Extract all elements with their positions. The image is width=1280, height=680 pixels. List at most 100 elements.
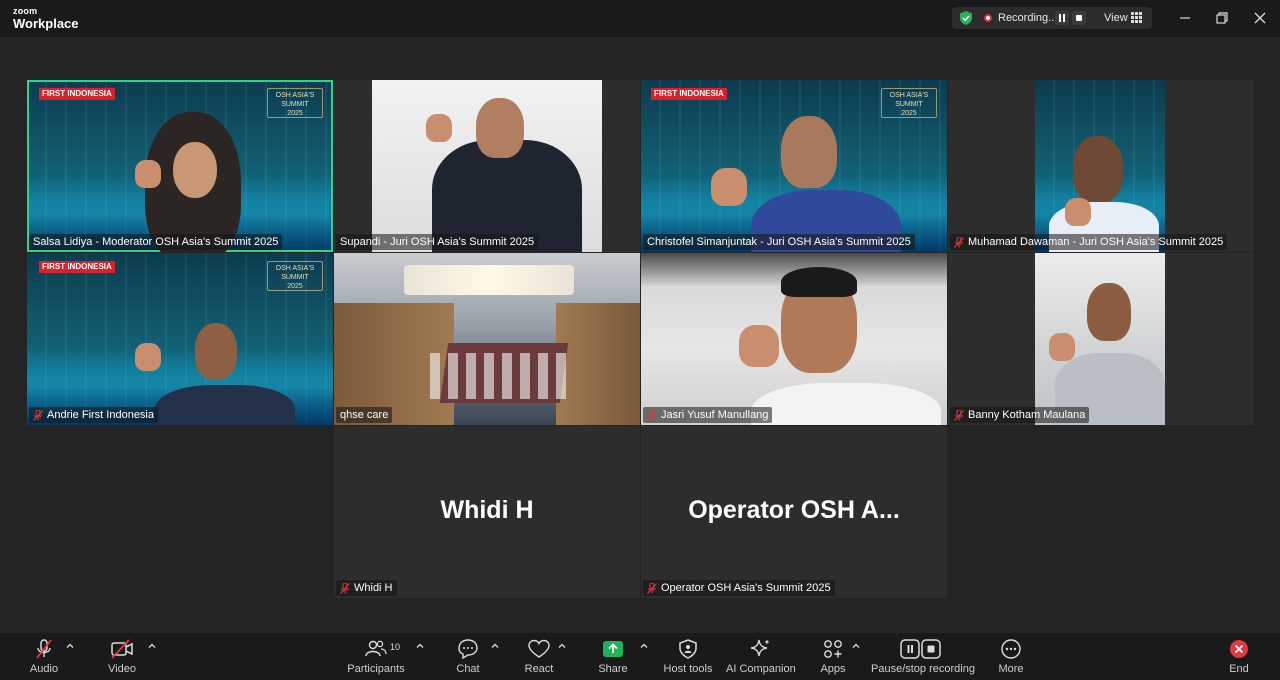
participant-name: Muhamad Dawaman - Juri OSH Asia's Summit… bbox=[968, 236, 1224, 248]
participant-name-label: Supandi - Juri OSH Asia's Summit 2025 bbox=[336, 234, 539, 250]
first-indonesia-logo: FIRST INDONESIA bbox=[39, 88, 115, 100]
participant-name: Christofel Simanjuntak - Juri OSH Asia's… bbox=[647, 236, 911, 248]
raised-fist bbox=[739, 325, 779, 367]
video-tile-banny[interactable]: Banny Kotham Maulana bbox=[948, 253, 1254, 425]
more-label: More bbox=[998, 663, 1024, 675]
raised-fist bbox=[135, 160, 161, 188]
pause-stop-recording-label: Pause/stop recording bbox=[871, 663, 975, 675]
participant-name-label: Jasri Yusuf Manullang bbox=[643, 407, 773, 423]
zoom-meeting-window: zoom Workplace Recording... View FIRST I… bbox=[0, 0, 1280, 680]
share-button[interactable]: Share bbox=[596, 638, 630, 675]
host-tools-button[interactable]: Host tools bbox=[663, 638, 713, 675]
video-button[interactable]: Video bbox=[104, 638, 140, 675]
video-tile-jasri[interactable]: Jasri Yusuf Manullang bbox=[641, 253, 947, 425]
video-tile-muhamad[interactable]: Muhamad Dawaman - Juri OSH Asia's Summit… bbox=[948, 80, 1254, 252]
summit-line2: SUMMIT bbox=[281, 274, 309, 281]
security-shield-icon[interactable] bbox=[958, 10, 974, 26]
participant-name: Supandi - Juri OSH Asia's Summit 2025 bbox=[340, 236, 535, 248]
muted-mic-icon bbox=[954, 236, 964, 248]
react-options-chevron-icon[interactable] bbox=[557, 641, 567, 651]
pause-recording-icon[interactable] bbox=[1055, 11, 1069, 25]
summit-line3: 2025 bbox=[901, 110, 917, 117]
participant-name-label: Salsa Lidiya - Moderator OSH Asia's Summ… bbox=[29, 234, 283, 250]
participant-name: Andrie First Indonesia bbox=[47, 409, 154, 421]
minimize-icon[interactable] bbox=[1176, 9, 1194, 27]
stop-recording-icon[interactable] bbox=[1072, 11, 1086, 25]
chat-icon bbox=[458, 639, 478, 660]
audio-label: Audio bbox=[29, 663, 59, 675]
participant-name-label: Operator OSH Asia's Summit 2025 bbox=[643, 580, 835, 596]
pause-stop-recording-button[interactable]: Pause/stop recording bbox=[871, 638, 975, 675]
summit-line1: OSH ASIA'S bbox=[275, 92, 315, 99]
participant-name: Jasri Yusuf Manullang bbox=[661, 409, 769, 421]
sparkle-icon bbox=[750, 639, 770, 657]
recording-status: Recording... bbox=[998, 12, 1058, 24]
meeting-toolbar: Audio Video Participants 10 Chat React S… bbox=[0, 633, 1280, 680]
video-tile-salsa[interactable]: FIRST INDONESIA OSH ASIA'S SUMMIT 2025 S… bbox=[27, 80, 333, 252]
participant-name: Whidi H bbox=[354, 582, 393, 594]
participants-icon bbox=[365, 640, 387, 657]
audio-button[interactable]: Audio bbox=[28, 638, 60, 675]
react-button[interactable]: React bbox=[523, 638, 555, 675]
participant-name-label: Whidi H bbox=[336, 580, 397, 596]
chat-button[interactable]: Chat bbox=[453, 638, 483, 675]
participant-body bbox=[751, 383, 941, 425]
video-tile-christofel[interactable]: FIRST INDONESIA OSH ASIA'S SUMMIT 2025 C… bbox=[641, 80, 947, 252]
summit-line2: SUMMIT bbox=[895, 101, 923, 108]
participant-face bbox=[195, 323, 237, 379]
muted-mic-icon bbox=[647, 409, 657, 421]
apps-icon bbox=[824, 640, 842, 658]
more-icon bbox=[1001, 639, 1021, 659]
brand-workplace: Workplace bbox=[13, 16, 79, 31]
osh-summit-logo: OSH ASIA'S SUMMIT 2025 bbox=[267, 261, 323, 291]
participant-face bbox=[173, 142, 217, 198]
grid-view-icon[interactable] bbox=[1131, 12, 1142, 23]
raised-fist bbox=[1065, 198, 1091, 226]
summit-line2: SUMMIT bbox=[281, 101, 309, 108]
share-screen-icon bbox=[603, 641, 623, 657]
chat-label: Chat bbox=[456, 663, 480, 675]
video-tile-andrie[interactable]: FIRST INDONESIA OSH ASIA'S SUMMIT 2025 A… bbox=[27, 253, 333, 425]
participant-name-label: Banny Kotham Maulana bbox=[950, 407, 1090, 423]
participant-video bbox=[1035, 80, 1165, 252]
participant-body bbox=[155, 385, 295, 425]
end-call-icon bbox=[1230, 640, 1248, 658]
participant-name: Salsa Lidiya - Moderator OSH Asia's Summ… bbox=[33, 236, 279, 248]
participant-name: qhse care bbox=[340, 409, 389, 421]
apps-options-chevron-icon[interactable] bbox=[851, 641, 861, 651]
chat-options-chevron-icon[interactable] bbox=[490, 641, 500, 651]
end-label: End bbox=[1229, 663, 1249, 675]
participant-face bbox=[476, 98, 524, 158]
shield-icon bbox=[679, 639, 697, 659]
video-options-chevron-icon[interactable] bbox=[147, 641, 157, 651]
ceiling-light bbox=[404, 265, 574, 295]
heart-icon bbox=[528, 639, 550, 658]
close-window-icon[interactable] bbox=[1251, 9, 1269, 27]
participants-options-chevron-icon[interactable] bbox=[415, 641, 425, 651]
end-meeting-button[interactable]: End bbox=[1224, 638, 1254, 675]
raised-fist bbox=[426, 114, 452, 142]
video-tile-qhse-care[interactable]: qhse care bbox=[334, 253, 640, 425]
restore-window-icon[interactable] bbox=[1213, 9, 1231, 27]
ai-companion-button[interactable]: AI Companion bbox=[726, 638, 796, 675]
summit-line1: OSH ASIA'S bbox=[275, 265, 315, 272]
view-button[interactable]: View bbox=[1104, 12, 1128, 24]
participant-video bbox=[372, 80, 602, 252]
share-options-chevron-icon[interactable] bbox=[639, 641, 649, 651]
first-indonesia-logo: FIRST INDONESIA bbox=[651, 88, 727, 100]
participant-face bbox=[1087, 283, 1131, 341]
muted-mic-icon bbox=[36, 639, 52, 659]
meeting-attendees bbox=[430, 353, 570, 399]
audio-options-chevron-icon[interactable] bbox=[65, 641, 75, 651]
video-tile-operator[interactable]: Operator OSH A... Operator OSH Asia's Su… bbox=[641, 426, 947, 598]
participant-face bbox=[781, 116, 837, 188]
participant-name-label: Andrie First Indonesia bbox=[29, 407, 158, 423]
apps-button[interactable]: Apps bbox=[818, 638, 848, 675]
participant-face bbox=[1073, 136, 1123, 202]
muted-mic-icon bbox=[954, 409, 964, 421]
ai-companion-label: AI Companion bbox=[726, 663, 796, 675]
zoom-logo: zoom Workplace bbox=[13, 7, 79, 31]
more-button[interactable]: More bbox=[996, 638, 1026, 675]
video-tile-supandi[interactable]: Supandi - Juri OSH Asia's Summit 2025 bbox=[334, 80, 640, 252]
video-tile-whidi[interactable]: Whidi H Whidi H bbox=[334, 426, 640, 598]
